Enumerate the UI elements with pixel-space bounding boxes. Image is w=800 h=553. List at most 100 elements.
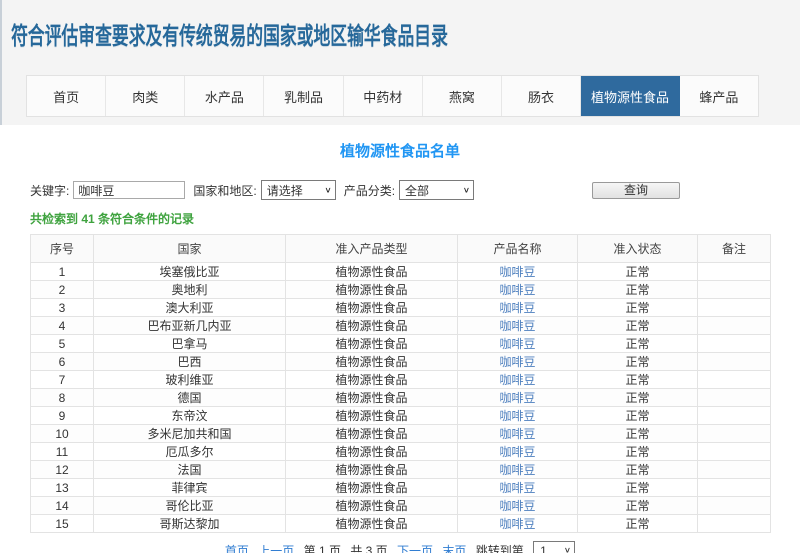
table-row: 14 哥伦比亚 植物源性食品 咖啡豆 正常 [31,497,771,515]
nav-tab-label: 燕窝 [449,87,475,106]
chevron-down-icon: ∨ [564,546,571,553]
table-row: 11 厄瓜多尔 植物源性食品 咖啡豆 正常 [31,443,771,461]
chevron-down-icon: ∨ [463,186,470,195]
product-link[interactable]: 咖啡豆 [499,517,535,531]
cell-note [698,263,771,281]
cell-country: 厄瓜多尔 [94,443,286,461]
cell-type: 植物源性食品 [286,461,458,479]
table-row: 13 菲律宾 植物源性食品 咖啡豆 正常 [31,479,771,497]
table-body: 1 埃塞俄比亚 植物源性食品 咖啡豆 正常 2 奥地利 植物源性食品 咖啡豆 正… [31,263,771,533]
nav-tab[interactable]: 乳制品 [264,76,343,116]
nav-tab[interactable]: 首页 [27,76,106,116]
product-link[interactable]: 咖啡豆 [499,373,535,387]
nav-tab[interactable]: 蜂产品 [680,76,758,116]
product-link[interactable]: 咖啡豆 [499,337,535,351]
product-link[interactable]: 咖啡豆 [499,301,535,315]
cell-note [698,425,771,443]
product-link[interactable]: 咖啡豆 [499,427,535,441]
cell-product: 咖啡豆 [458,299,578,317]
cell-country: 法国 [94,461,286,479]
cell-country: 哥伦比亚 [94,497,286,515]
product-link[interactable]: 咖啡豆 [499,463,535,477]
cell-country: 德国 [94,389,286,407]
cell-status: 正常 [578,281,698,299]
cell-type: 植物源性食品 [286,389,458,407]
product-link[interactable]: 咖啡豆 [499,445,535,459]
cell-country: 巴拿马 [94,335,286,353]
country-select[interactable]: 请选择 ∨ [261,180,336,200]
product-link[interactable]: 咖啡豆 [499,319,535,333]
pagination-first-link[interactable]: 首页 [225,544,249,553]
table-row: 6 巴西 植物源性食品 咖啡豆 正常 [31,353,771,371]
cell-note [698,371,771,389]
nav-tab[interactable]: 肉类 [106,76,185,116]
product-link[interactable]: 咖啡豆 [499,391,535,405]
query-button[interactable]: 查询 [592,182,680,199]
product-link[interactable]: 咖啡豆 [499,355,535,369]
cell-type: 植物源性食品 [286,425,458,443]
cell-seq: 11 [31,443,94,461]
cell-status: 正常 [578,407,698,425]
table-header-cell: 序号 [31,235,94,263]
cell-seq: 13 [31,479,94,497]
product-link[interactable]: 咖啡豆 [499,481,535,495]
cell-type: 植物源性食品 [286,317,458,335]
nav-tab[interactable]: 肠衣 [502,76,581,116]
cell-seq: 14 [31,497,94,515]
keyword-input[interactable] [73,181,185,199]
nav-tab[interactable]: 燕窝 [423,76,502,116]
cell-type: 植物源性食品 [286,515,458,533]
product-link[interactable]: 咖啡豆 [499,499,535,513]
nav-tab[interactable]: 中药材 [344,76,423,116]
cell-type: 植物源性食品 [286,353,458,371]
cell-seq: 2 [31,281,94,299]
cell-status: 正常 [578,317,698,335]
country-label: 国家和地区: [193,182,256,199]
category-select[interactable]: 全部 ∨ [399,180,474,200]
cell-type: 植物源性食品 [286,299,458,317]
cell-status: 正常 [578,371,698,389]
cell-seq: 4 [31,317,94,335]
cell-status: 正常 [578,461,698,479]
cell-seq: 7 [31,371,94,389]
section-title: 植物源性食品名单 [0,140,800,161]
cell-note [698,299,771,317]
cell-seq: 5 [31,335,94,353]
cell-seq: 12 [31,461,94,479]
pagination-jump-label: 跳转到第 [476,544,524,553]
cell-status: 正常 [578,497,698,515]
product-link[interactable]: 咖啡豆 [499,265,535,279]
cell-note [698,389,771,407]
cell-status: 正常 [578,515,698,533]
cell-country: 澳大利亚 [94,299,286,317]
cell-type: 植物源性食品 [286,281,458,299]
cell-status: 正常 [578,389,698,407]
nav-tab-label: 中药材 [363,87,402,106]
pagination-last-link[interactable]: 末页 [442,544,466,553]
page-jump-select[interactable]: 1 ∨ [533,541,575,553]
nav-tab[interactable]: 水产品 [185,76,264,116]
cell-country: 哥斯达黎加 [94,515,286,533]
country-select-value: 请选择 [267,182,303,199]
pagination-prev-link[interactable]: 上一页 [258,544,294,553]
cell-type: 植物源性食品 [286,263,458,281]
nav-tab[interactable]: 植物源性食品 [581,76,680,116]
pagination-next-link[interactable]: 下一页 [397,544,433,553]
cell-seq: 3 [31,299,94,317]
search-form: 关键字: 国家和地区: 请选择 ∨ 产品分类: 全部 ∨ 查询 [30,180,800,200]
nav-tab-label: 蜂产品 [699,87,738,106]
page-title: 符合评估审查要求及有传统贸易的国家或地区输华食品目录 [2,0,561,51]
product-link[interactable]: 咖啡豆 [499,409,535,423]
pagination-total-info: 共 3 页 [350,544,387,553]
cell-product: 咖啡豆 [458,443,578,461]
nav-tab-label: 肠衣 [528,87,554,106]
cell-status: 正常 [578,425,698,443]
table-row: 15 哥斯达黎加 植物源性食品 咖啡豆 正常 [31,515,771,533]
cell-seq: 15 [31,515,94,533]
cell-country: 奥地利 [94,281,286,299]
product-link[interactable]: 咖啡豆 [499,283,535,297]
cell-product: 咖啡豆 [458,263,578,281]
cell-product: 咖啡豆 [458,425,578,443]
cell-product: 咖啡豆 [458,479,578,497]
nav-tab-label: 水产品 [205,87,244,106]
